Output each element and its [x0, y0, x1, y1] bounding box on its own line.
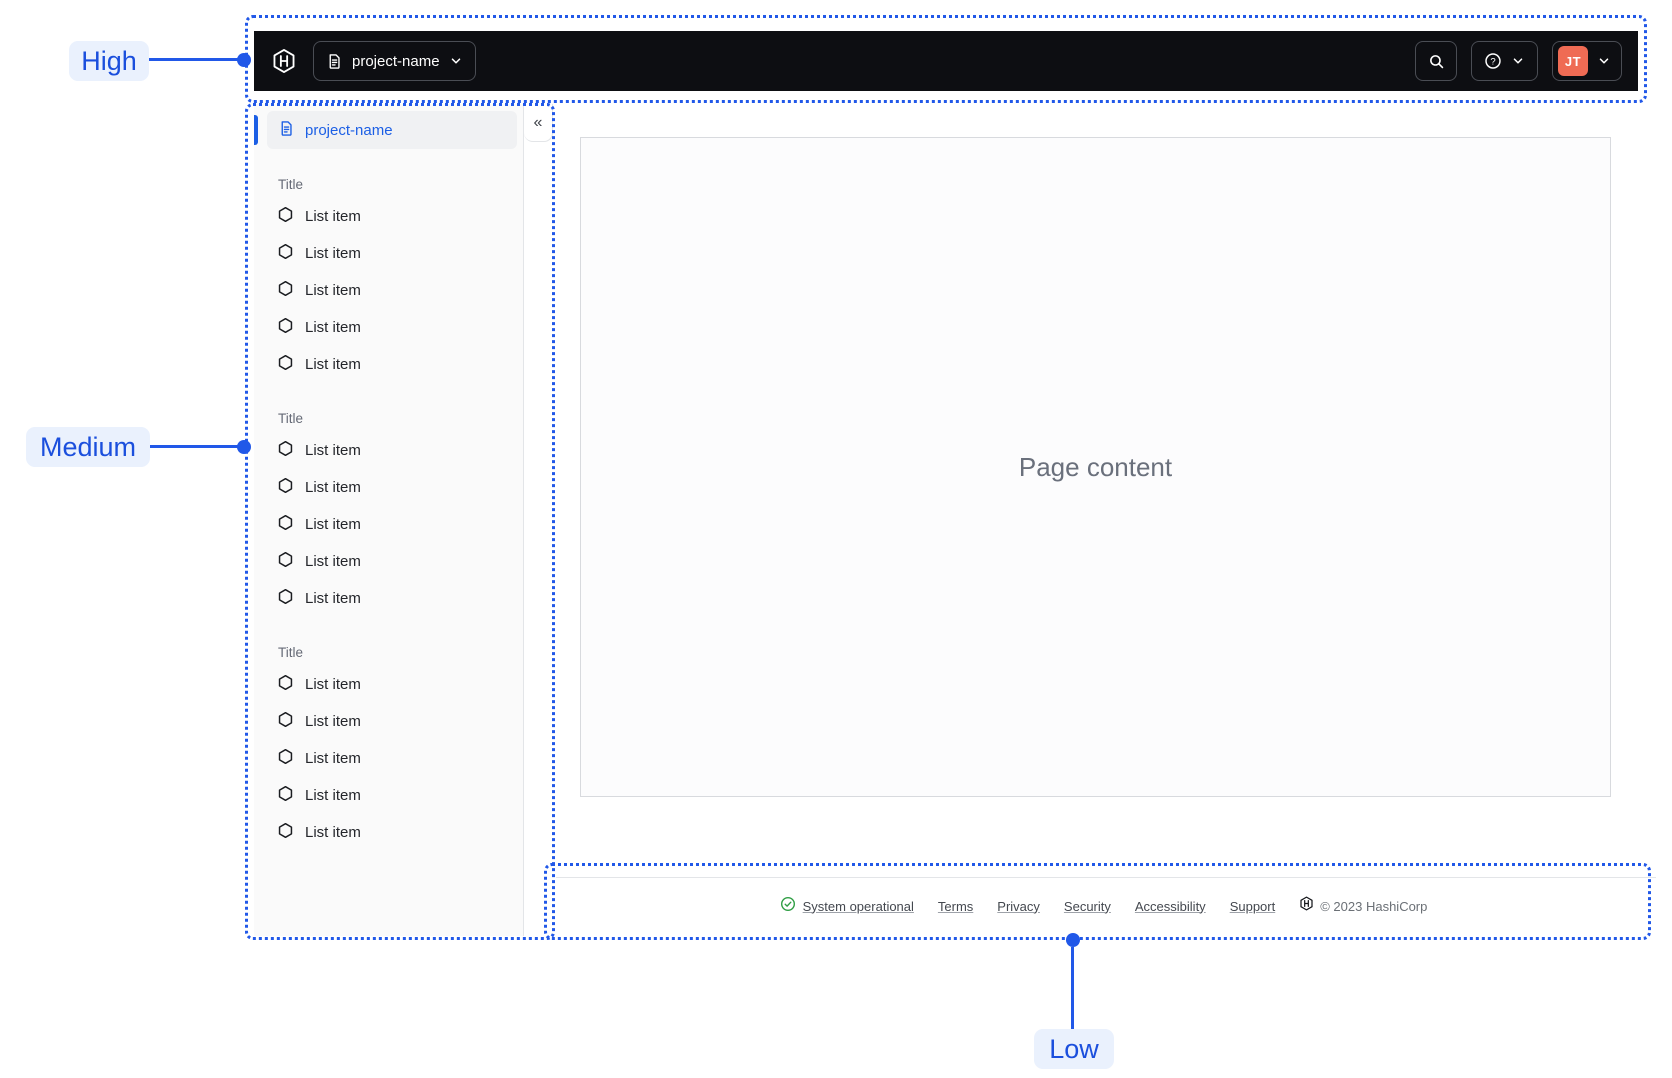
- annotation-dot-medium: [237, 440, 251, 454]
- footer-link-security[interactable]: Security: [1064, 899, 1111, 914]
- footer-links: Terms Privacy Security Accessibility Support: [938, 899, 1275, 914]
- sidebar-item[interactable]: List item: [254, 506, 523, 543]
- active-indicator-bar: [254, 115, 258, 145]
- sidebar-item-label: List item: [305, 356, 361, 373]
- hexagon-icon: [277, 785, 294, 806]
- help-circle-icon: ?: [1484, 52, 1502, 70]
- sidebar-active-item-label: project-name: [305, 121, 393, 139]
- sidebar-item-label: List item: [305, 676, 361, 693]
- hcp-app-mockup: project-name ? JT project-name Title Lis…: [0, 0, 1672, 1078]
- hexagon-icon: [277, 243, 294, 264]
- avatar: JT: [1558, 46, 1588, 76]
- sidebar-item-label: List item: [305, 824, 361, 841]
- sidebar-item-label: List item: [305, 479, 361, 496]
- footer-divider: [556, 877, 1656, 878]
- annotation-label-high: High: [69, 41, 149, 81]
- hexagon-icon: [277, 551, 294, 572]
- svg-text:?: ?: [1490, 56, 1495, 67]
- hashicorp-logo-icon: [1299, 896, 1314, 916]
- hashicorp-logo-icon[interactable]: [270, 48, 297, 75]
- account-menu-button[interactable]: JT: [1552, 41, 1622, 81]
- topbar-left-group: project-name: [270, 41, 476, 81]
- hexagon-icon: [277, 822, 294, 843]
- footer-link-accessibility[interactable]: Accessibility: [1135, 899, 1206, 914]
- sidebar-item[interactable]: List item: [254, 814, 523, 851]
- search-button[interactable]: [1415, 41, 1457, 81]
- sidebar-item-label: List item: [305, 516, 361, 533]
- sidebar-item[interactable]: List item: [254, 666, 523, 703]
- sidebar-section-title: Title: [278, 411, 304, 426]
- footer-link-support[interactable]: Support: [1230, 899, 1276, 914]
- page-content-region: Page content: [580, 137, 1611, 797]
- sidebar-item-label: List item: [305, 208, 361, 225]
- sidebar-item[interactable]: List item: [254, 703, 523, 740]
- chevron-down-icon: [1511, 54, 1525, 68]
- annotation-label-medium: Medium: [26, 427, 150, 467]
- sidebar: project-name Title List item List item List…: [254, 104, 524, 936]
- annotation-label-low: Low: [1034, 1029, 1114, 1069]
- topbar-right-group: ? JT: [1415, 41, 1622, 81]
- sidebar-item[interactable]: List item: [254, 580, 523, 617]
- hexagon-icon: [277, 440, 294, 461]
- system-status-label: System operational: [802, 898, 914, 914]
- page-footer: System operational Terms Privacy Security A…: [556, 886, 1651, 926]
- hexagon-icon: [277, 280, 294, 301]
- annotation-connector-high: [149, 58, 239, 61]
- annotation-dot-low: [1066, 933, 1080, 947]
- sidebar-item[interactable]: List item: [254, 432, 523, 469]
- hexagon-icon: [277, 354, 294, 375]
- sidebar-item[interactable]: List item: [254, 272, 523, 309]
- page-content-placeholder: Page content: [1018, 451, 1173, 482]
- sidebar-item-label: List item: [305, 282, 361, 299]
- sidebar-item-label: List item: [305, 590, 361, 607]
- sidebar-item-label: List item: [305, 319, 361, 336]
- sidebar-item[interactable]: List item: [254, 198, 523, 235]
- sidebar-section-title: Title: [278, 645, 304, 660]
- hexagon-icon: [277, 588, 294, 609]
- sidebar-section-title: Title: [278, 177, 304, 192]
- annotation-connector-medium: [150, 445, 238, 448]
- hexagon-icon: [277, 206, 294, 227]
- system-status-link[interactable]: System operational: [780, 896, 914, 917]
- hexagon-icon: [277, 477, 294, 498]
- sidebar-item-label: List item: [305, 750, 361, 767]
- sidebar-item[interactable]: List item: [254, 777, 523, 814]
- sidebar-item[interactable]: List item: [254, 740, 523, 777]
- annotation-dot-high: [237, 53, 251, 67]
- sidebar-item-project-name[interactable]: project-name: [267, 111, 517, 149]
- project-switcher-button[interactable]: project-name: [313, 41, 476, 81]
- sidebar-sections: Title List item List item List item List ite…: [254, 177, 523, 851]
- check-circle-icon: [780, 896, 796, 917]
- file-text-icon: [326, 53, 343, 70]
- sidebar-active-row: project-name: [254, 111, 523, 149]
- chevron-down-icon: [1597, 54, 1611, 68]
- copyright-text: © 2023 HashiCorp: [1320, 898, 1428, 914]
- sidebar-item[interactable]: List item: [254, 469, 523, 506]
- sidebar-item[interactable]: List item: [254, 346, 523, 383]
- sidebar-item-label: List item: [305, 787, 361, 804]
- footer-copyright-group: © 2023 HashiCorp: [1299, 896, 1427, 916]
- footer-link-privacy[interactable]: Privacy: [997, 899, 1040, 914]
- file-text-icon: [278, 120, 295, 141]
- annotation-connector-low: [1071, 947, 1074, 1029]
- sidebar-item[interactable]: List item: [254, 235, 523, 272]
- chevron-down-icon: [449, 54, 463, 68]
- sidebar-item-label: List item: [305, 713, 361, 730]
- hexagon-icon: [277, 748, 294, 769]
- sidebar-item-label: List item: [305, 245, 361, 262]
- hexagon-icon: [277, 674, 294, 695]
- hexagon-icon: [277, 711, 294, 732]
- hexagon-icon: [277, 514, 294, 535]
- sidebar-item[interactable]: List item: [254, 543, 523, 580]
- top-navigation-bar: project-name ? JT: [254, 31, 1638, 91]
- footer-link-terms[interactable]: Terms: [938, 899, 973, 914]
- sidebar-item-label: List item: [305, 442, 361, 459]
- help-menu-button[interactable]: ?: [1471, 41, 1538, 81]
- sidebar-collapse-button[interactable]: «: [524, 104, 553, 142]
- sidebar-item[interactable]: List item: [254, 309, 523, 346]
- hexagon-icon: [277, 317, 294, 338]
- project-switcher-label: project-name: [352, 52, 440, 70]
- search-icon: [1428, 53, 1445, 70]
- sidebar-item-label: List item: [305, 553, 361, 570]
